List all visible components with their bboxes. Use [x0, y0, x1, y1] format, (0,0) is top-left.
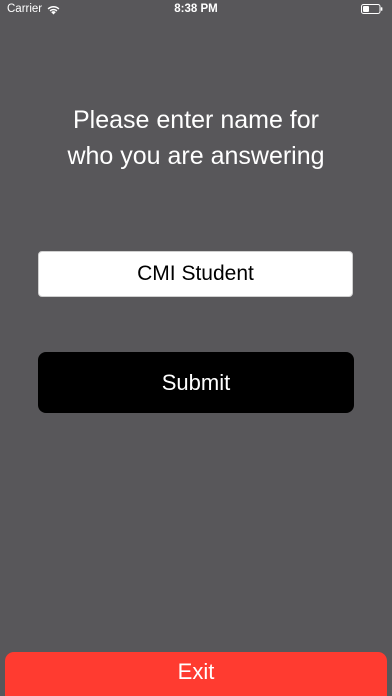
prompt-line-2: who you are answering	[67, 142, 325, 170]
status-bar: Carrier 8:38 PM	[0, 0, 392, 20]
prompt-line-1: Please enter name for	[73, 106, 319, 134]
status-time: 8:38 PM	[174, 3, 218, 15]
app-screen: Carrier 8:38 PM Please enter name for wh…	[0, 0, 392, 696]
respondent-name-input[interactable]	[38, 251, 353, 297]
prompt-heading: Please enter name for who you are answer…	[20, 102, 372, 174]
submit-button[interactable]: Submit	[38, 352, 354, 413]
exit-button[interactable]: Exit	[5, 652, 387, 696]
battery-icon	[361, 4, 383, 14]
